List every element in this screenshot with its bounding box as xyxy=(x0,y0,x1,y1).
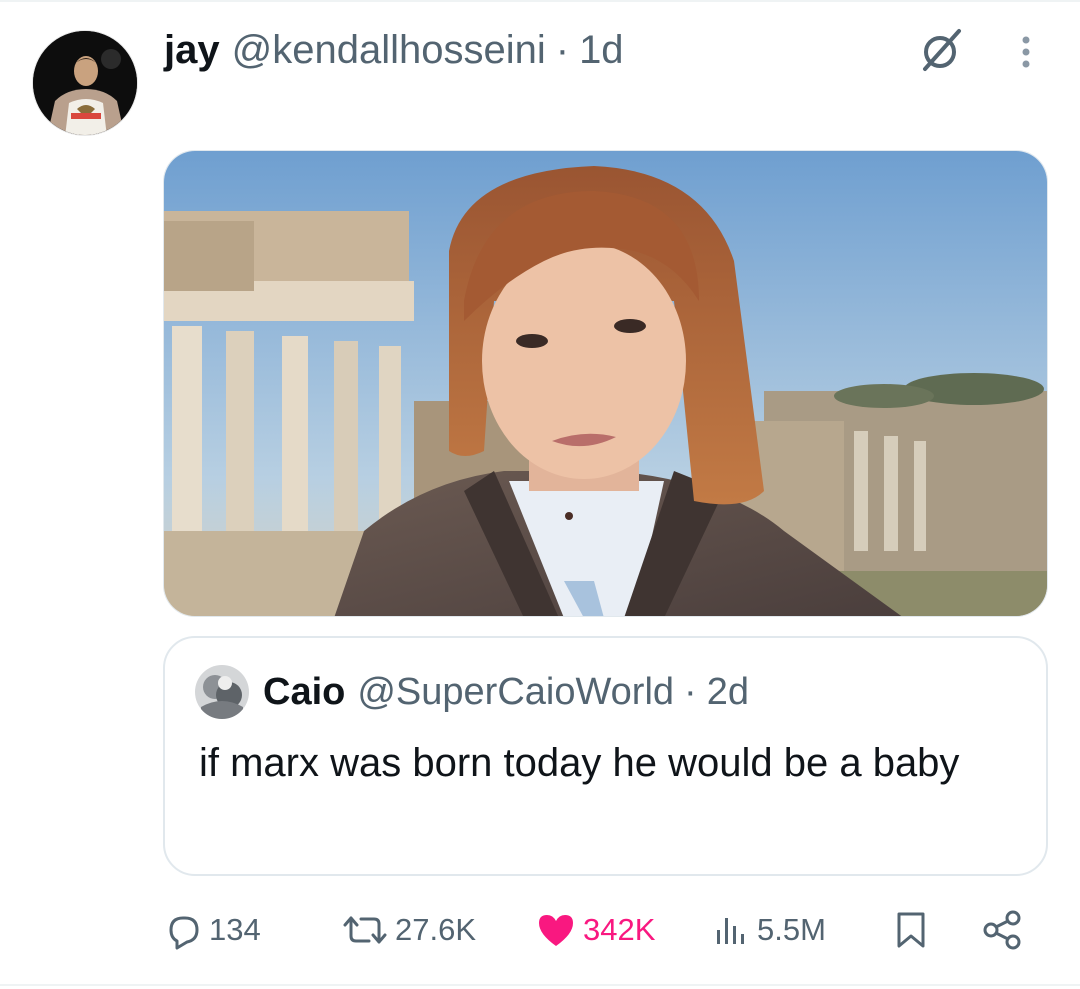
views-button[interactable]: 5.5M xyxy=(711,900,826,960)
more-icon xyxy=(1022,36,1030,68)
tweet-header: jay @kendallhosseini · 1d xyxy=(164,22,624,78)
quoted-author-name: Caio xyxy=(263,670,346,713)
quoted-tweet[interactable]: Caio @SuperCaioWorld · 2d if marx was bo… xyxy=(163,636,1048,876)
bookmark-icon xyxy=(897,912,925,948)
heart-icon xyxy=(539,915,573,946)
more-options-button[interactable] xyxy=(1004,32,1048,72)
tweet-timestamp[interactable]: 1d xyxy=(579,28,624,73)
quoted-tweet-header: Caio @SuperCaioWorld · 2d xyxy=(195,664,749,720)
author-handle[interactable]: @kendallhosseini xyxy=(232,28,546,73)
share-button[interactable] xyxy=(981,900,1031,960)
reply-button[interactable]: 134 xyxy=(163,900,261,960)
share-icon xyxy=(983,910,1021,950)
like-button[interactable]: 342K xyxy=(535,900,655,960)
quoted-author-avatar xyxy=(195,665,249,719)
grok-icon xyxy=(923,29,961,71)
like-count: 342K xyxy=(583,912,656,947)
reply-icon xyxy=(169,916,199,950)
repost-count: 27.6K xyxy=(395,912,477,947)
quoted-avatar-image xyxy=(195,665,249,719)
quoted-author-handle: @SuperCaioWorld xyxy=(357,670,675,713)
quoted-timestamp: 2d xyxy=(706,670,749,713)
author-name[interactable]: jay xyxy=(164,28,220,73)
repost-icon xyxy=(343,916,387,944)
repost-button[interactable]: 27.6K xyxy=(341,900,476,960)
tweet-media-image[interactable] xyxy=(163,150,1048,617)
avatar-photo xyxy=(33,31,137,135)
view-count: 5.5M xyxy=(757,912,826,947)
quoted-tweet-text: if marx was born today he would be a bab… xyxy=(199,741,960,785)
media-photo xyxy=(164,151,1047,616)
bottom-divider xyxy=(0,984,1080,986)
top-divider xyxy=(0,0,1080,2)
reply-count: 134 xyxy=(209,912,261,947)
header-separator: · xyxy=(555,27,570,72)
quoted-header-separator: · xyxy=(684,670,697,713)
views-icon xyxy=(717,918,744,944)
bookmark-button[interactable] xyxy=(891,900,937,960)
author-avatar[interactable] xyxy=(32,30,138,136)
tweet-action-bar: 134 27.6K 342K 5.5M xyxy=(163,900,1048,960)
grok-button[interactable] xyxy=(918,26,966,74)
